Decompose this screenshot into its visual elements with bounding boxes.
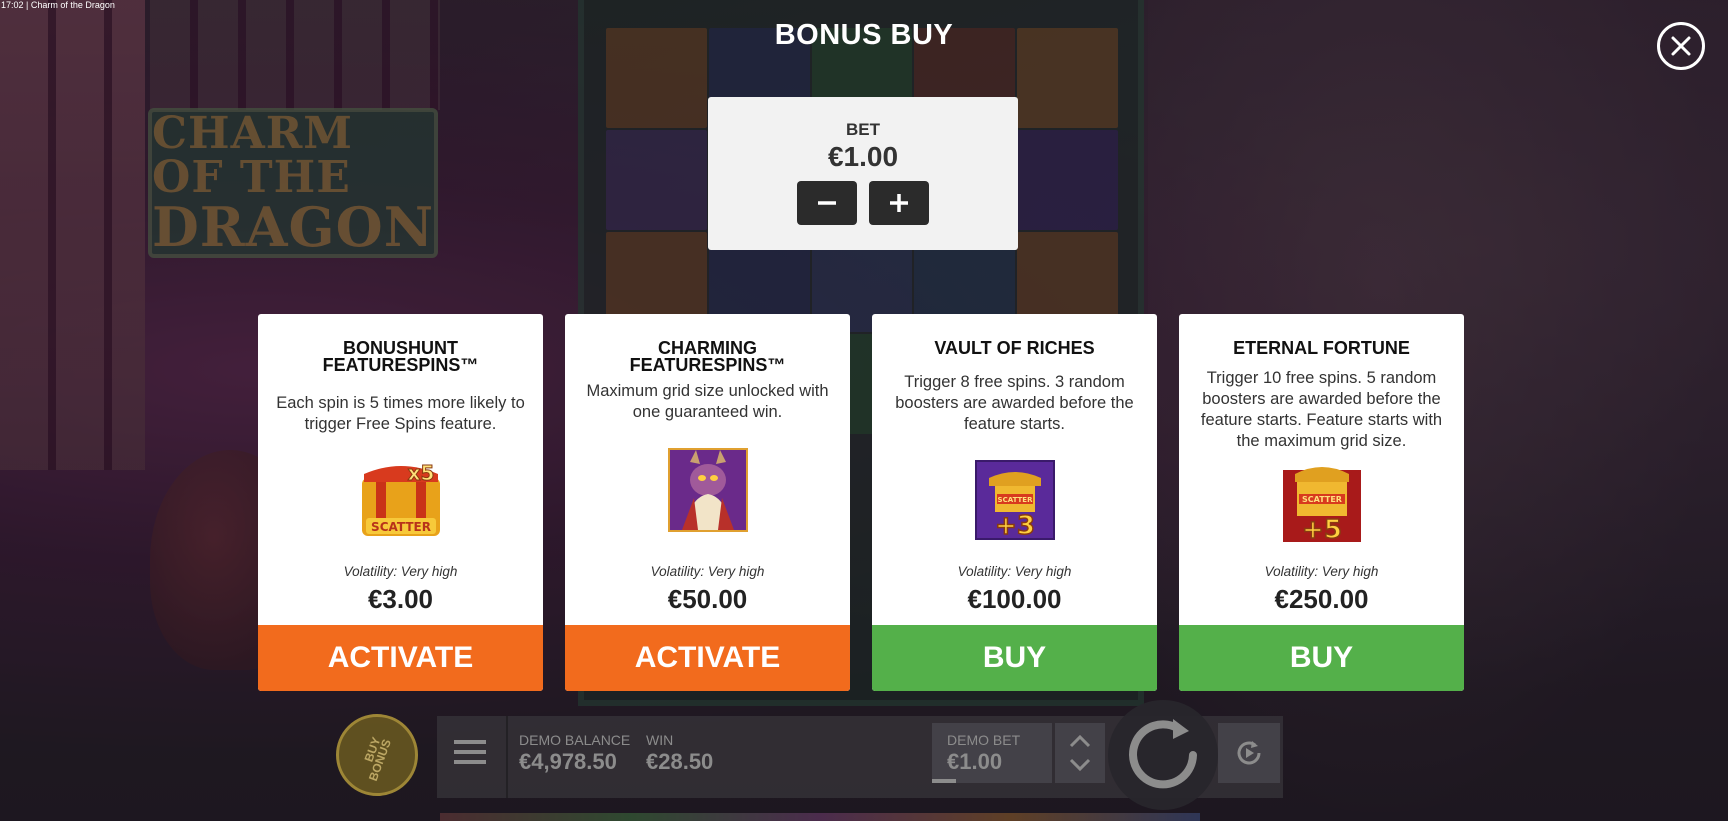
scatter-badge: +3 bbox=[995, 511, 1035, 540]
bar-divider bbox=[506, 716, 508, 798]
bet-indicator bbox=[932, 779, 956, 783]
win-label: WIN bbox=[646, 732, 674, 748]
bonus-card-charming: CHARMING FEATURESPINS™ Maximum grid size… bbox=[565, 314, 850, 691]
card-price: €100.00 bbox=[967, 584, 1062, 614]
buy-bonus-button[interactable]: BUY BONUS bbox=[336, 714, 418, 796]
win-value: €28.50 bbox=[646, 749, 714, 774]
dragon-character-icon bbox=[667, 448, 748, 532]
autoplay-button[interactable] bbox=[1218, 723, 1280, 783]
card-price: €3.00 bbox=[367, 584, 434, 614]
chevron-up-icon[interactable] bbox=[1068, 734, 1092, 748]
scatter-badge: +5 bbox=[1302, 515, 1342, 544]
activate-button[interactable]: ACTIVATE bbox=[258, 625, 543, 691]
autoplay-icon bbox=[1237, 741, 1261, 765]
card-volatility: Volatility: Very high bbox=[650, 564, 765, 579]
scatter-badge: x5 bbox=[407, 461, 434, 485]
card-description: Trigger 8 free spins. 3 random boosters … bbox=[895, 373, 1134, 433]
bet-label: BET bbox=[846, 120, 880, 139]
card-title: CHARMING FEATURESPINS™ bbox=[565, 338, 850, 375]
card-title-line1: VAULT OF RICHES bbox=[934, 338, 1095, 358]
bet-decrease-button[interactable] bbox=[797, 181, 857, 225]
demo-balance-label: DEMO BALANCE bbox=[519, 732, 631, 748]
chevron-down-icon[interactable] bbox=[1068, 758, 1092, 772]
bonus-cards: BONUSHUNT FEATURESPINS™ Each spin is 5 t… bbox=[258, 314, 1464, 691]
spin-button[interactable] bbox=[1108, 700, 1218, 810]
status-bar-text: 17:02 | Charm of the Dragon bbox=[1, 0, 115, 10]
close-icon bbox=[1671, 36, 1691, 56]
plus-icon bbox=[890, 194, 908, 212]
scatter-x5-icon: x5 SCATTER bbox=[361, 461, 440, 536]
card-title: VAULT OF RICHES bbox=[872, 338, 1157, 358]
bet-selector: BET €1.00 bbox=[708, 97, 1018, 250]
card-title-line1: ETERNAL FORTUNE bbox=[1233, 338, 1410, 358]
buy-button[interactable]: BUY bbox=[872, 625, 1157, 691]
reel-peek-strip bbox=[440, 813, 1200, 821]
bet-increase-button[interactable] bbox=[869, 181, 929, 225]
card-description: Each spin is 5 times more likely to trig… bbox=[276, 394, 525, 433]
demo-bet-label: DEMO BET bbox=[947, 732, 1021, 748]
scatter-label: SCATTER bbox=[371, 520, 431, 534]
card-price: €50.00 bbox=[667, 584, 748, 614]
scatter-label: SCATTER bbox=[1302, 495, 1342, 504]
close-button[interactable] bbox=[1657, 22, 1705, 70]
bonus-card-eternal-fortune: ETERNAL FORTUNE Trigger 10 free spins. 5… bbox=[1179, 314, 1464, 691]
buy-button[interactable]: BUY bbox=[1179, 625, 1464, 691]
card-description: Maximum grid size unlocked with one guar… bbox=[586, 382, 829, 421]
bet-arrows[interactable] bbox=[1055, 723, 1105, 783]
scatter-plus5-icon: SCATTER +5 bbox=[1282, 467, 1361, 544]
scatter-plus3-icon: SCATTER +3 bbox=[974, 460, 1055, 540]
card-title-line1: CHARMING FEATURESPINS™ bbox=[629, 338, 786, 375]
activate-button[interactable]: ACTIVATE bbox=[565, 625, 850, 691]
modal-title: BONUS BUY bbox=[774, 19, 954, 51]
scatter-label: SCATTER bbox=[997, 496, 1033, 504]
minus-icon bbox=[818, 201, 836, 205]
card-volatility: Volatility: Very high bbox=[957, 564, 1072, 579]
card-title-line2: FEATURESPINS™ bbox=[322, 355, 479, 375]
card-description: Trigger 10 free spins. 5 random boosters… bbox=[1200, 369, 1443, 450]
buy-bonus-label: BUY BONUS bbox=[352, 732, 402, 783]
card-volatility: Volatility: Very high bbox=[343, 564, 458, 579]
card-title: ETERNAL FORTUNE bbox=[1179, 338, 1464, 358]
demo-bet-value: €1.00 bbox=[947, 749, 1003, 774]
bonus-card-vault-of-riches: VAULT OF RICHES Trigger 8 free spins. 3 … bbox=[872, 314, 1157, 691]
hamburger-menu-icon[interactable] bbox=[452, 736, 488, 768]
bet-value: €1.00 bbox=[827, 141, 899, 172]
spin-icon bbox=[1129, 719, 1197, 789]
card-volatility: Volatility: Very high bbox=[1264, 564, 1379, 579]
bonus-card-bonushunt: BONUSHUNT FEATURESPINS™ Each spin is 5 t… bbox=[258, 314, 543, 691]
demo-balance-value: €4,978.50 bbox=[519, 749, 617, 774]
card-title: BONUSHUNT FEATURESPINS™ bbox=[258, 339, 543, 375]
card-price: €250.00 bbox=[1274, 584, 1369, 614]
